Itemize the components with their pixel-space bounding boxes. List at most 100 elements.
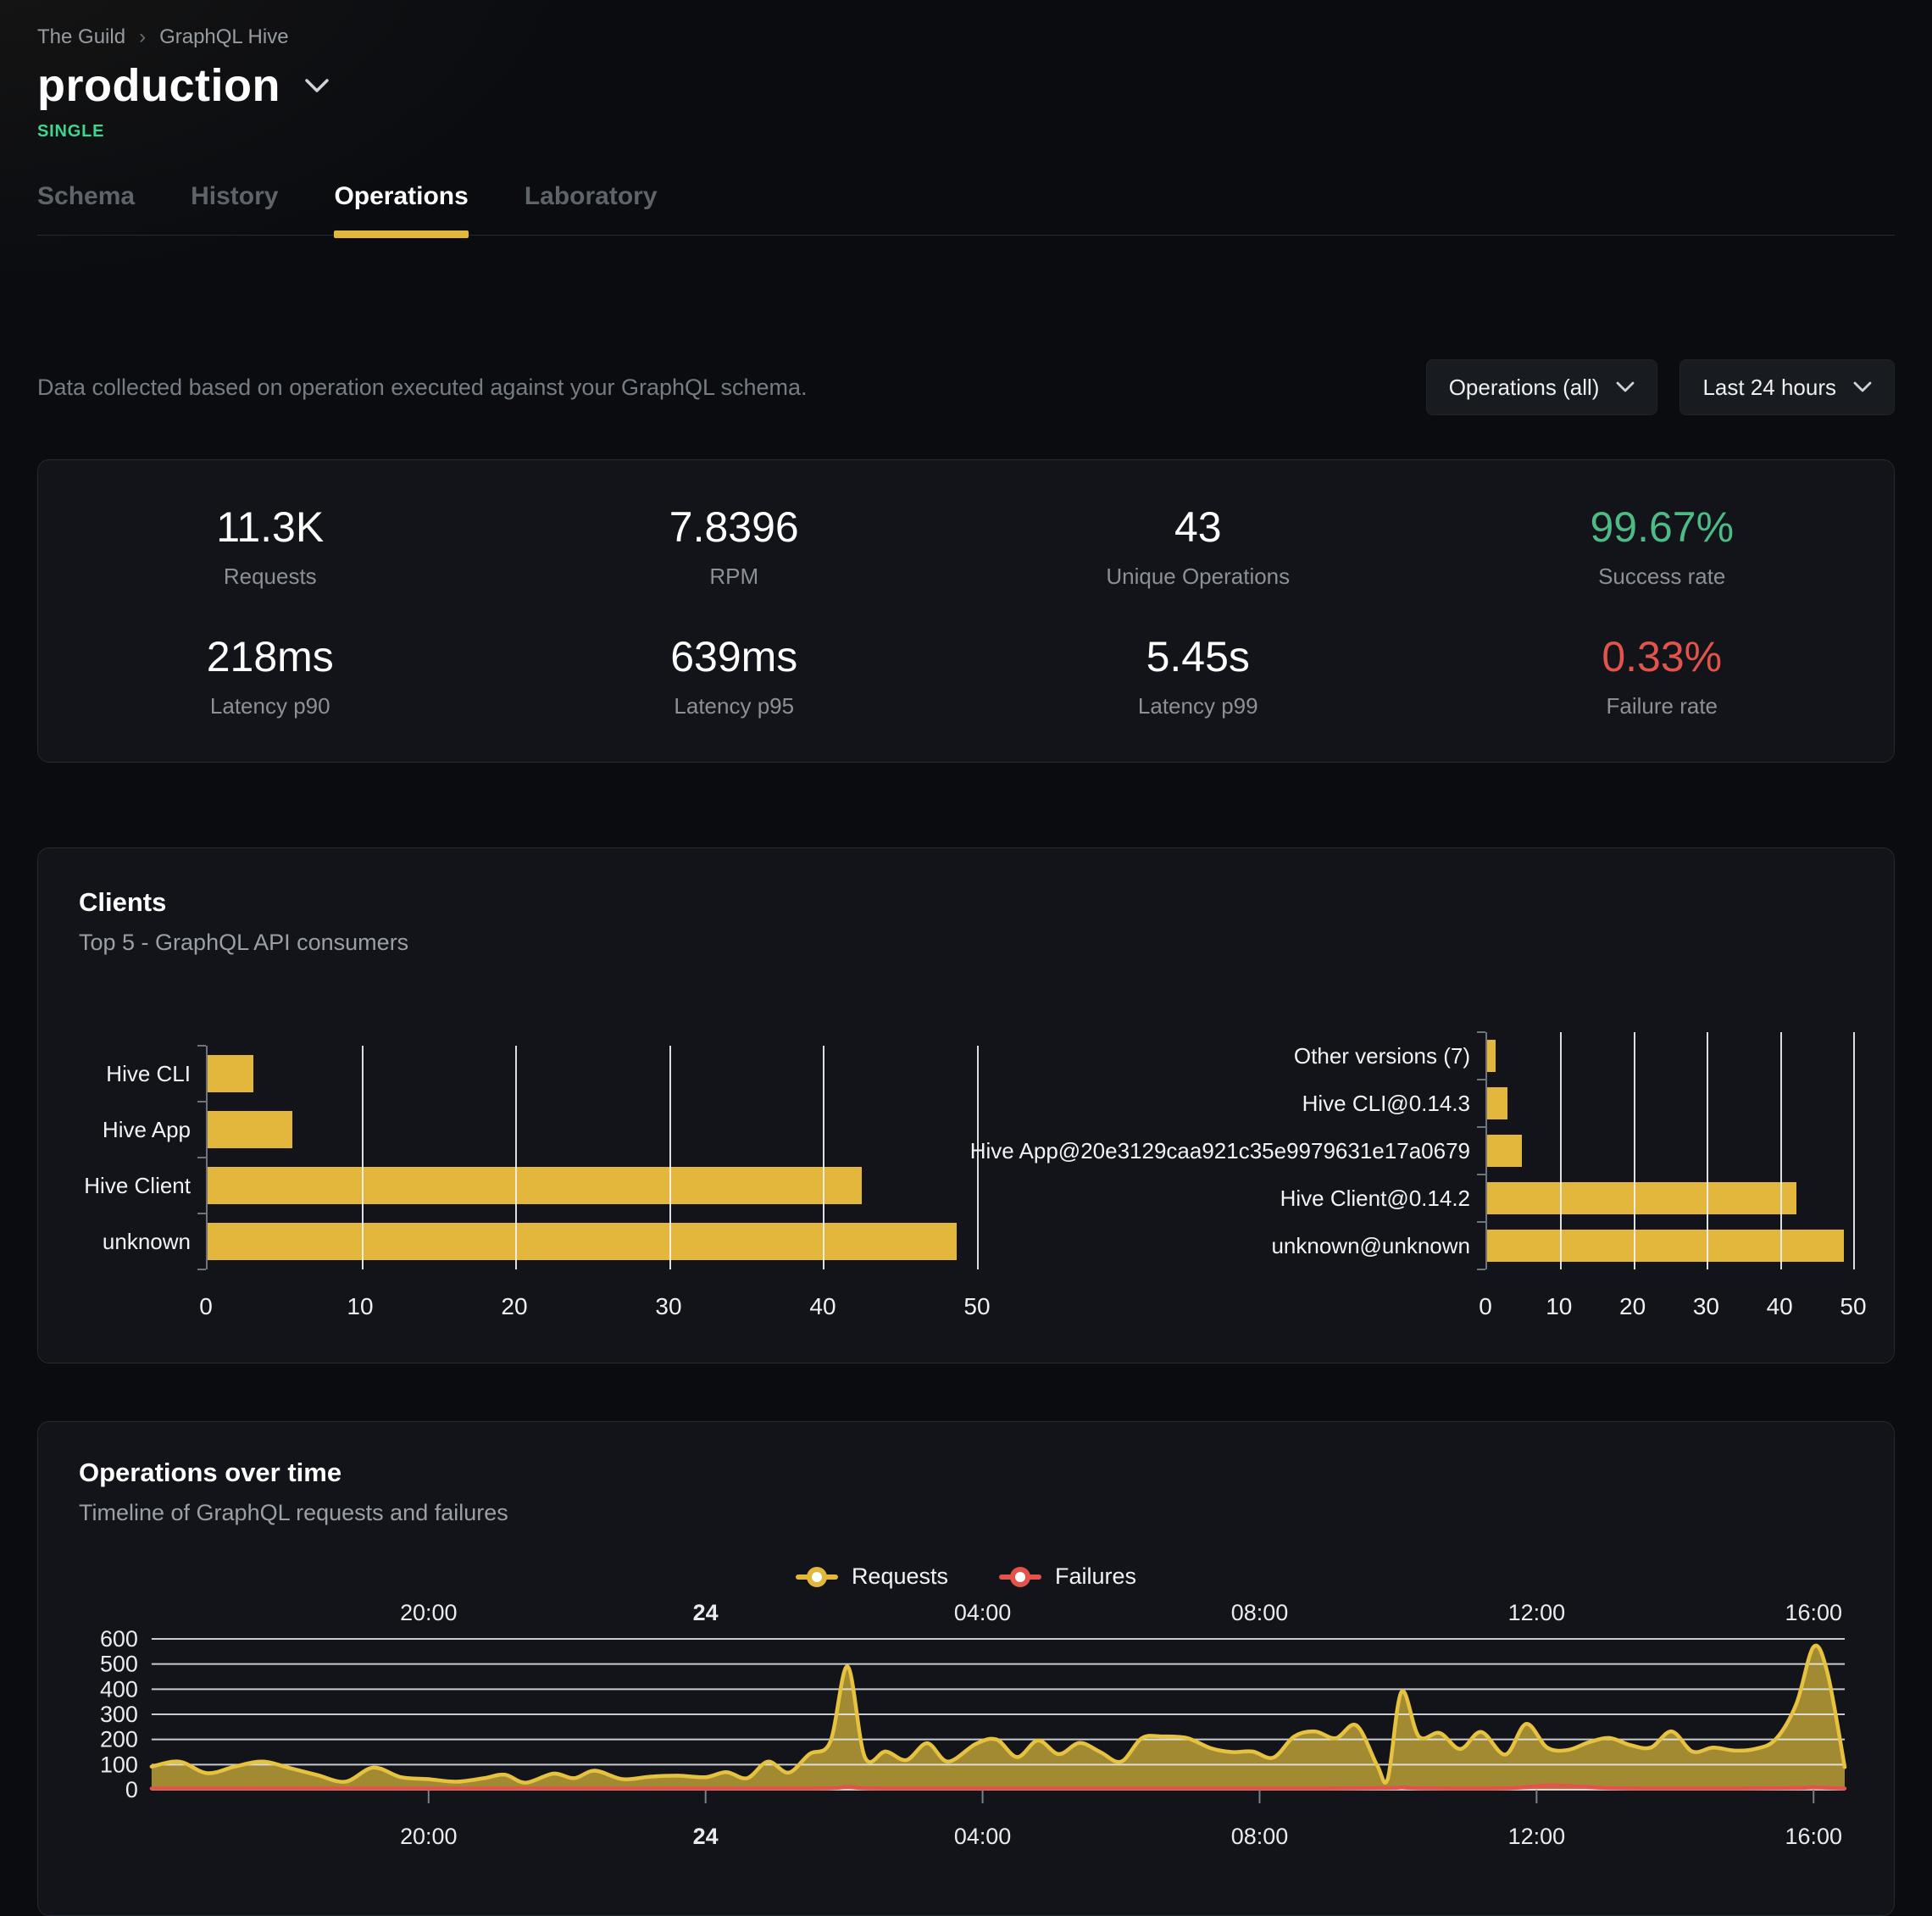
- chart-category-labels: Other versions (7)Hive CLI@0.14.3Hive Ap…: [977, 1032, 1485, 1325]
- chevron-down-icon: [1853, 381, 1872, 393]
- bar-row: [1487, 1032, 1853, 1080]
- x-tick-label: 40: [809, 1293, 836, 1320]
- x-tick-label: 20: [501, 1293, 527, 1320]
- bar: [208, 1223, 957, 1260]
- period-filter-label: Last 24 hours: [1702, 375, 1836, 401]
- y-axis-tick: [197, 1045, 206, 1047]
- bar-category-label: Hive Client@0.14.2: [977, 1175, 1485, 1222]
- bar-row: [208, 1158, 977, 1213]
- bar-row: [208, 1102, 977, 1158]
- y-axis-tick: [1477, 1269, 1485, 1270]
- operations-filter-dropdown[interactable]: Operations (all): [1426, 359, 1658, 415]
- legend-label: Requests: [852, 1563, 948, 1590]
- x-tick-label-bottom: 04:00: [954, 1824, 1011, 1849]
- bar: [208, 1055, 253, 1092]
- x-tick-label-bottom: 16:00: [1785, 1824, 1842, 1849]
- failures-series-marker-icon: [999, 1568, 1041, 1586]
- stat-label: Requests: [224, 564, 317, 590]
- stat-label: Unique Operations: [1106, 564, 1290, 590]
- bar: [1487, 1087, 1507, 1119]
- clients-by-version-chart: Other versions (7)Hive CLI@0.14.3Hive Ap…: [977, 1032, 1853, 1325]
- x-tick-label: 40: [1767, 1293, 1793, 1320]
- tab-laboratory[interactable]: Laboratory: [525, 182, 658, 235]
- bar-category-label: Hive Client: [79, 1158, 206, 1213]
- clients-card-title: Clients: [79, 887, 1853, 918]
- breadcrumb-org[interactable]: The Guild: [37, 25, 125, 49]
- stat-value: 5.45s: [1146, 632, 1250, 681]
- tab-bar: Schema History Operations Laboratory: [37, 182, 1895, 236]
- gridline: [1560, 1032, 1562, 1269]
- x-tick-label: 10: [1546, 1293, 1572, 1320]
- bar-category-label: Hive CLI@0.14.3: [977, 1080, 1485, 1127]
- y-tick-label: 100: [100, 1752, 138, 1777]
- bar: [1487, 1230, 1844, 1262]
- tab-history[interactable]: History: [191, 182, 278, 235]
- x-tick-label-top: 08:00: [1231, 1600, 1288, 1625]
- stat-value: 218ms: [207, 632, 334, 681]
- x-tick-label: 50: [963, 1293, 990, 1320]
- gridline: [1707, 1032, 1708, 1269]
- y-axis-tick: [1477, 1126, 1485, 1128]
- period-filter-dropdown[interactable]: Last 24 hours: [1679, 359, 1895, 415]
- stat-latency-p90: 218ms Latency p90: [38, 632, 502, 719]
- bar-category-label: Hive App: [79, 1102, 206, 1158]
- stat-value: 0.33%: [1602, 632, 1722, 681]
- chart-plot: [1485, 1032, 1853, 1269]
- gridline: [669, 1046, 671, 1269]
- x-tick-label: 20: [1619, 1293, 1646, 1320]
- gridline: [1634, 1032, 1635, 1269]
- stats-card: 11.3K Requests 7.8396 RPM 43 Unique Oper…: [37, 459, 1895, 763]
- timeline-legend: Requests Failures: [79, 1563, 1853, 1590]
- stat-label: Failure rate: [1607, 693, 1718, 719]
- breadcrumb: The Guild › GraphQL Hive: [37, 0, 1895, 49]
- y-tick-label: 400: [100, 1676, 138, 1702]
- stat-value: 639ms: [670, 632, 797, 681]
- x-tick-label-top: 20:00: [400, 1600, 457, 1625]
- clients-card: Clients Top 5 - GraphQL API consumers Hi…: [37, 847, 1895, 1363]
- stats-grid: 11.3K Requests 7.8396 RPM 43 Unique Oper…: [38, 503, 1894, 719]
- y-tick-label: 200: [100, 1727, 138, 1752]
- y-tick-label: 500: [100, 1652, 138, 1677]
- tab-operations-label: Operations: [334, 182, 468, 210]
- filter-buttons: Operations (all) Last 24 hours: [1426, 359, 1895, 415]
- legend-item-failures[interactable]: Failures: [999, 1563, 1136, 1590]
- tab-schema[interactable]: Schema: [37, 182, 135, 235]
- bar-category-label: Hive CLI: [79, 1046, 206, 1102]
- bar: [1487, 1135, 1522, 1167]
- x-tick-label-top: 04:00: [954, 1600, 1011, 1625]
- stat-value: 99.67%: [1590, 503, 1734, 552]
- breadcrumb-project[interactable]: GraphQL Hive: [159, 25, 289, 49]
- gridline: [1853, 1032, 1855, 1269]
- chart-category-labels: Hive CLIHive AppHive Clientunknown: [79, 1046, 206, 1325]
- bar-category-label: unknown: [79, 1213, 206, 1269]
- filters-row: Data collected based on operation execut…: [37, 359, 1895, 415]
- target-type-badge: SINGLE: [37, 122, 1895, 142]
- stat-label: Latency p95: [674, 693, 794, 719]
- gridline: [823, 1046, 824, 1269]
- target-selector-chevron-down-icon[interactable]: [304, 78, 330, 93]
- x-tick-label-bottom: 12:00: [1508, 1824, 1565, 1849]
- x-tick-label: 0: [199, 1293, 213, 1320]
- x-tick-label: 10: [347, 1293, 373, 1320]
- x-tick-label-top: 16:00: [1785, 1600, 1842, 1625]
- y-tick-label: 0: [125, 1777, 138, 1802]
- gridline: [515, 1046, 517, 1269]
- legend-item-requests[interactable]: Requests: [796, 1563, 948, 1590]
- stat-requests: 11.3K Requests: [38, 503, 502, 590]
- tab-operations[interactable]: Operations: [334, 182, 468, 235]
- operations-card-subtitle: Timeline of GraphQL requests and failure…: [79, 1500, 1853, 1526]
- y-axis-tick: [197, 1157, 206, 1158]
- bar: [208, 1167, 862, 1204]
- stat-latency-p99: 5.45s Latency p99: [966, 632, 1430, 719]
- page-title: production: [37, 59, 280, 112]
- bar: [208, 1111, 292, 1148]
- chevron-right-icon: ›: [139, 25, 146, 49]
- y-tick-label: 600: [100, 1626, 138, 1652]
- x-tick-label: 0: [1479, 1293, 1492, 1320]
- x-tick-label: 30: [655, 1293, 681, 1320]
- chart-x-axis: 01020304050: [206, 1269, 977, 1325]
- stat-label: Latency p90: [210, 693, 330, 719]
- stat-failure-rate: 0.33% Failure rate: [1430, 632, 1895, 719]
- gridline: [977, 1046, 979, 1269]
- bar-category-label: Hive App@20e3129caa921c35e9979631e17a067…: [977, 1127, 1485, 1175]
